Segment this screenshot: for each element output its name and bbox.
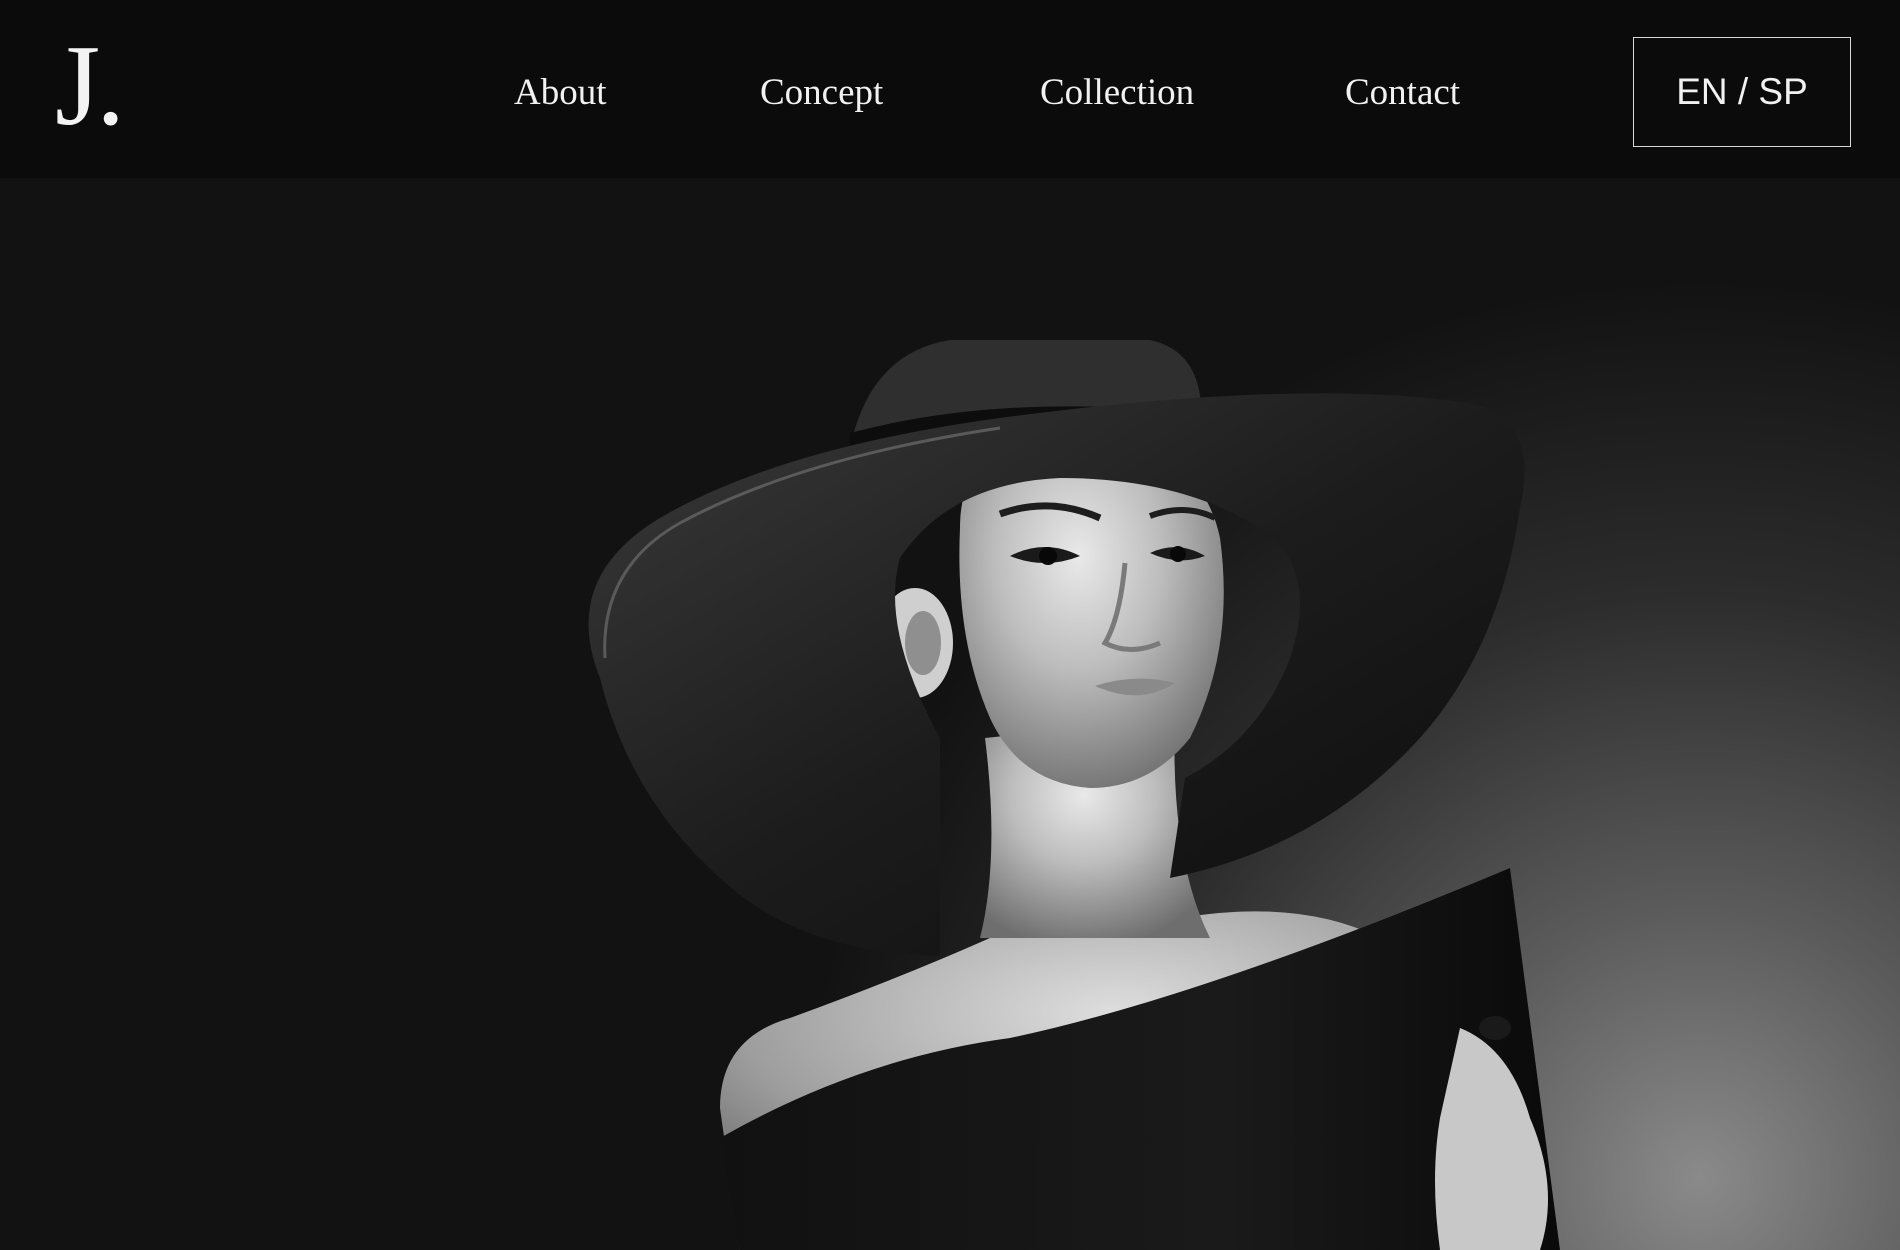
hero-portrait-image: [588, 340, 1560, 1250]
nav-link-concept[interactable]: Concept: [760, 68, 883, 118]
nav-link-collection[interactable]: Collection: [1040, 68, 1194, 118]
hero-section: [0, 178, 1900, 1250]
nav-link-contact[interactable]: Contact: [1345, 68, 1460, 118]
site-header: J. About Concept Collection Contact EN /…: [0, 0, 1900, 178]
page: J. About Concept Collection Contact EN /…: [0, 0, 1900, 1250]
language-switch-button[interactable]: EN / SP: [1633, 37, 1851, 147]
nav-link-about[interactable]: About: [514, 68, 607, 118]
main-nav: About Concept Collection Contact: [0, 68, 1900, 118]
